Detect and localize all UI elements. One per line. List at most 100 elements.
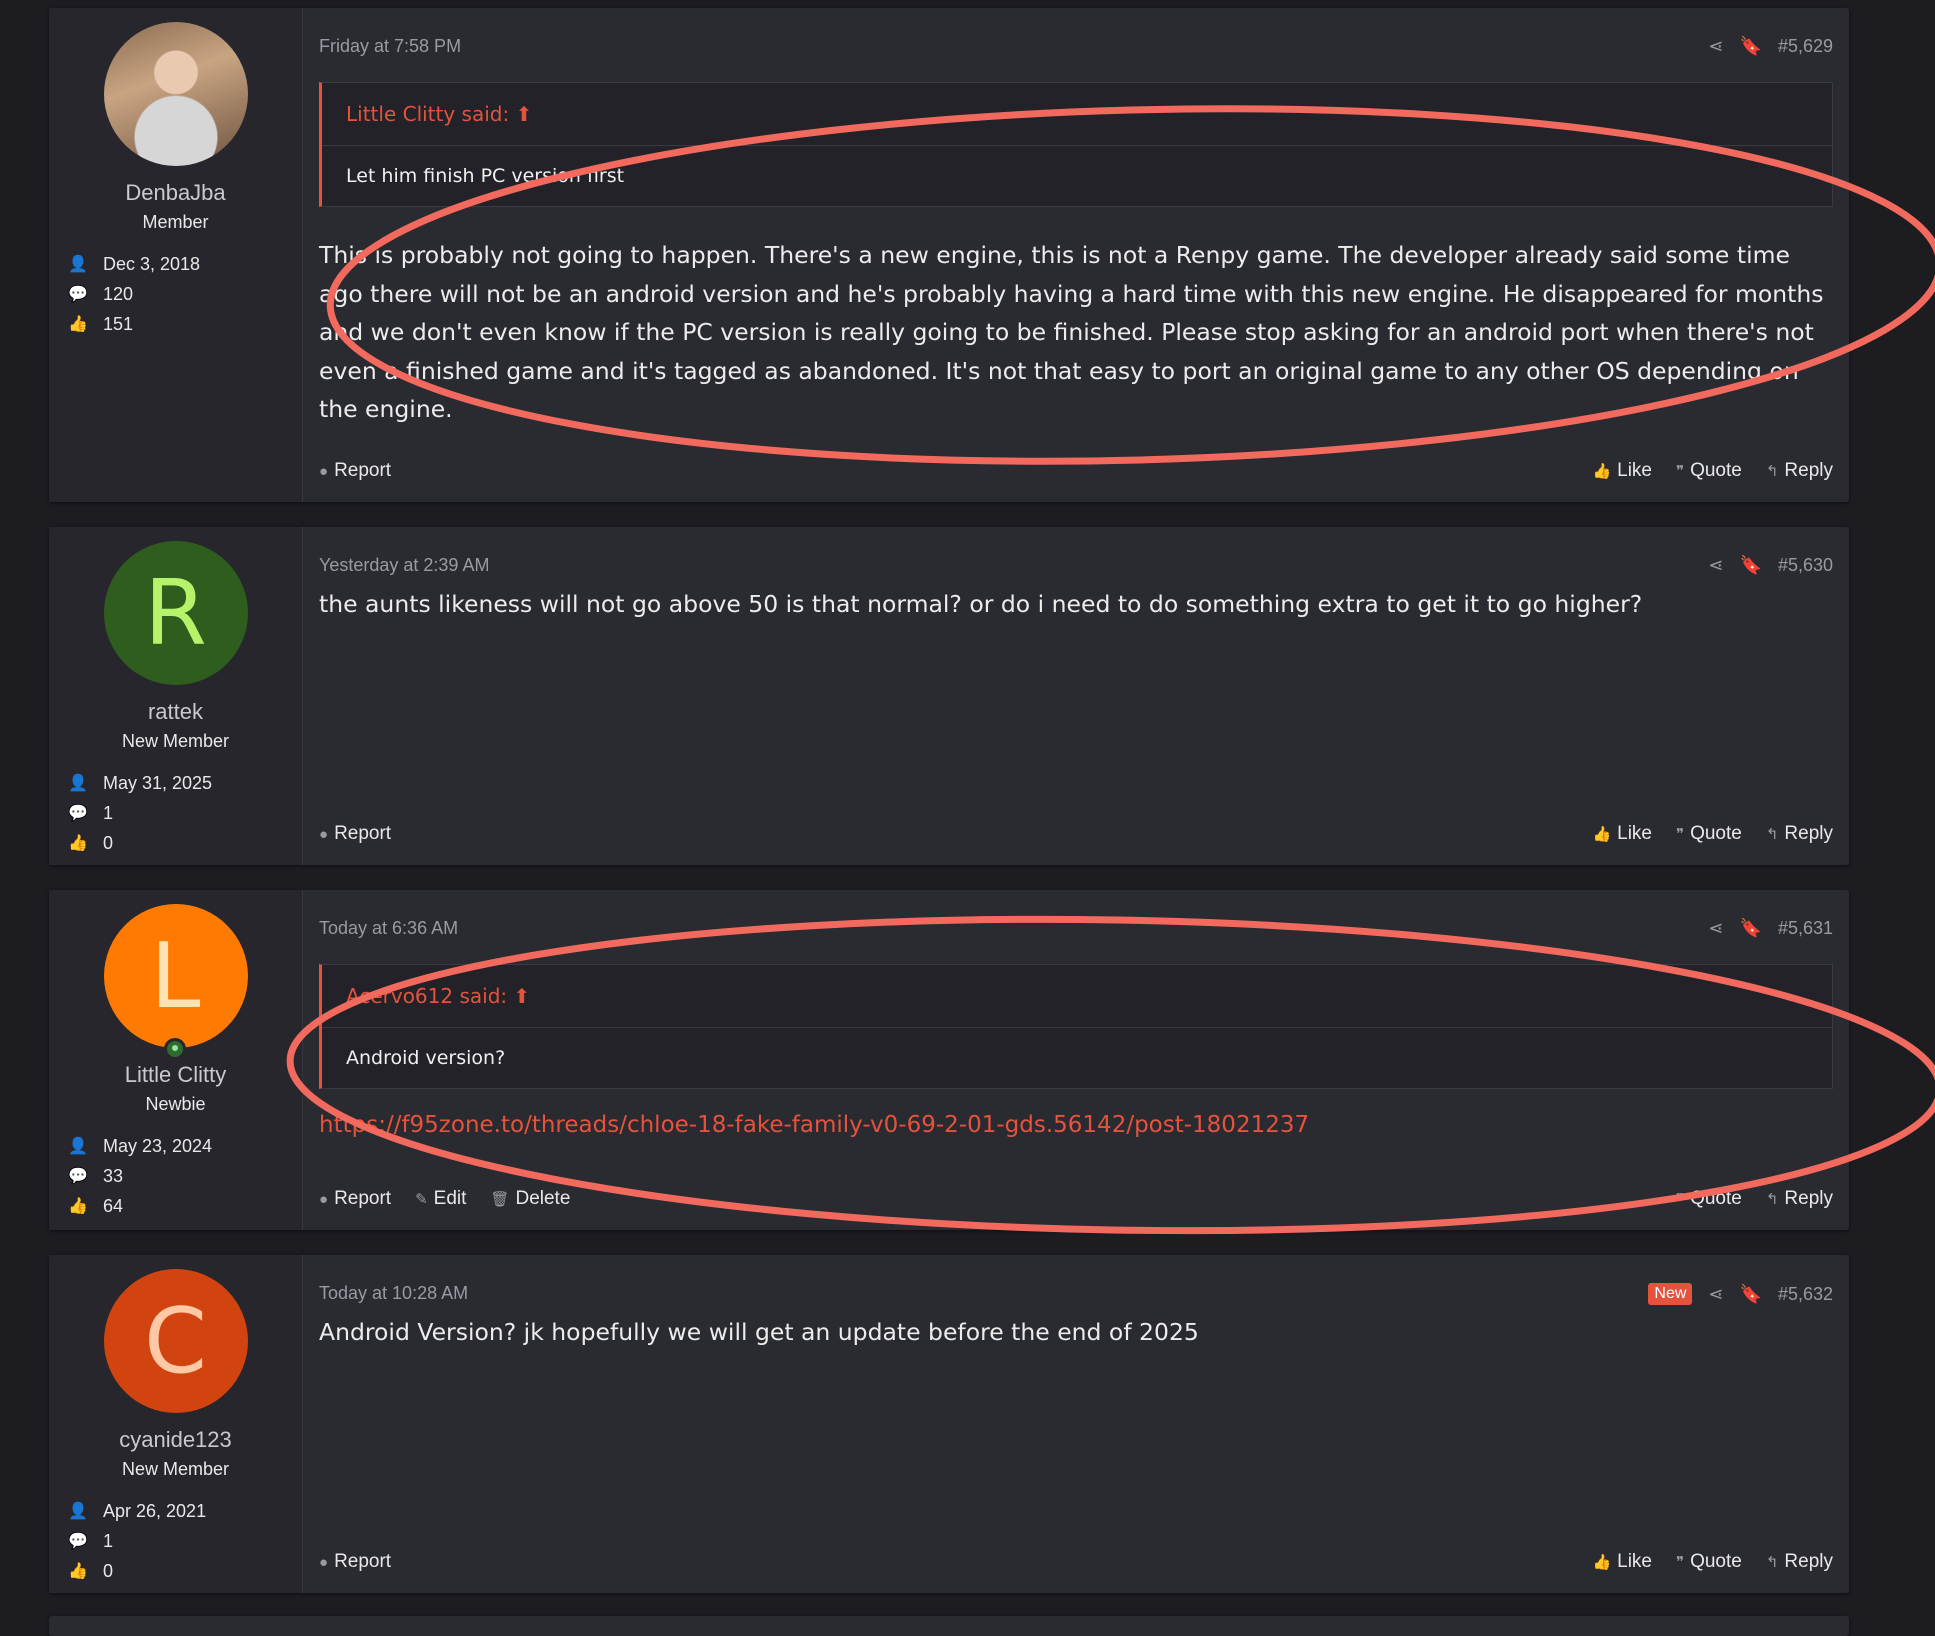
edit-icon: ✎ xyxy=(415,1191,428,1208)
post-message: Android Version? jk hopefully we will ge… xyxy=(319,1318,1199,1346)
report-button[interactable]: ● Report xyxy=(319,460,391,482)
post-date[interactable]: Today at 6:36 AM xyxy=(319,918,458,939)
report-icon: ● xyxy=(319,1553,329,1571)
message-count: 1 xyxy=(103,1530,114,1551)
share-icon[interactable]: ⋖ xyxy=(1708,1284,1723,1305)
avatar[interactable] xyxy=(103,22,248,166)
post-number[interactable]: #5,632 xyxy=(1778,1284,1833,1305)
user-icon: 👤 xyxy=(68,775,88,792)
message-count: 120 xyxy=(103,283,134,304)
quote-text: Android version? xyxy=(346,1047,506,1069)
edit-button[interactable]: ✎ Edit xyxy=(415,1188,466,1210)
like-button[interactable]: 👍 Like xyxy=(1592,823,1652,845)
reply-icon: ↰ xyxy=(1765,826,1779,843)
user-stats: 👤 May 23, 2024 💬 33 👍 64 xyxy=(63,1131,302,1221)
comments-icon: 💬 xyxy=(68,805,88,822)
quote-block: Little Clitty said: ⬆ Let him finish PC … xyxy=(319,82,1833,207)
user-title: Member xyxy=(142,212,209,232)
post-5630: R rattek New Member 👤 May 31, 2025 💬 1 👍 0 … xyxy=(49,527,1849,865)
bookmark-icon[interactable]: 🔖 xyxy=(1740,1284,1762,1305)
reply-button[interactable]: ↰ Reply xyxy=(1766,1188,1833,1210)
online-status-icon xyxy=(163,1038,186,1060)
joined-date: Apr 26, 2021 xyxy=(103,1500,207,1521)
quote-icon: ❞ xyxy=(1676,1191,1685,1208)
post-5632: C cyanide123 New Member 👤 Apr 26, 2021 💬 1… xyxy=(49,1255,1849,1593)
username[interactable]: rattek xyxy=(49,699,302,725)
report-button[interactable]: ● Report xyxy=(319,823,391,845)
arrow-up-circle-icon[interactable]: ⬆ xyxy=(516,102,533,126)
post-number[interactable]: #5,631 xyxy=(1778,918,1833,939)
post-date[interactable]: Yesterday at 2:39 AM xyxy=(319,555,489,576)
user-cell: L Little Clitty Newbie 👤 May 23, 2024 💬 33… xyxy=(49,890,303,1230)
joined-date: May 23, 2024 xyxy=(103,1135,213,1156)
bookmark-icon[interactable]: 🔖 xyxy=(1740,918,1762,939)
like-button[interactable]: 👍 Like xyxy=(1592,1551,1652,1573)
message-count: 33 xyxy=(103,1165,124,1186)
user-stats: 👤 Dec 3, 2018 💬 120 👍 151 xyxy=(63,249,302,339)
like-button[interactable]: 👍 Like xyxy=(1592,460,1652,482)
reply-button[interactable]: ↰ Reply xyxy=(1766,460,1833,482)
report-icon: ● xyxy=(319,825,329,843)
post-next xyxy=(49,1616,1849,1636)
post-date[interactable]: Today at 10:28 AM xyxy=(319,1283,468,1304)
bookmark-icon[interactable]: 🔖 xyxy=(1740,36,1762,57)
user-stats: 👤 Apr 26, 2021 💬 1 👍 0 xyxy=(63,1496,302,1586)
thumbs-up-icon: 👍 xyxy=(68,835,88,852)
reply-button[interactable]: ↰ Reply xyxy=(1766,823,1833,845)
quote-text: Let him finish PC version first xyxy=(346,165,625,187)
quote-author[interactable]: Little Clitty said: xyxy=(346,102,509,126)
quote-button[interactable]: ❞ Quote xyxy=(1676,823,1742,845)
quote-button[interactable]: ❞ Quote xyxy=(1676,1188,1742,1210)
username[interactable]: DenbaJba xyxy=(49,180,302,206)
user-cell: C cyanide123 New Member 👤 Apr 26, 2021 💬 1… xyxy=(49,1255,303,1593)
quote-author[interactable]: Acervo612 said: xyxy=(346,984,507,1008)
share-icon[interactable]: ⋖ xyxy=(1708,36,1723,57)
reaction-score: 0 xyxy=(103,832,114,853)
message-count: 1 xyxy=(103,802,114,823)
thumbs-up-icon: 👍 xyxy=(68,1563,88,1580)
quote-header[interactable]: Acervo612 said: ⬆ xyxy=(322,965,1832,1028)
reaction-score: 151 xyxy=(103,313,134,334)
delete-button[interactable]: 🗑 Delete xyxy=(490,1188,570,1210)
comments-icon: 💬 xyxy=(68,1533,88,1550)
joined-date: May 31, 2025 xyxy=(103,772,213,793)
share-icon[interactable]: ⋖ xyxy=(1708,555,1723,576)
username[interactable]: cyanide123 xyxy=(49,1427,302,1453)
user-icon: 👤 xyxy=(68,1503,88,1520)
reply-button[interactable]: ↰ Reply xyxy=(1766,1551,1833,1573)
like-icon: 👍 xyxy=(1592,826,1612,843)
arrow-up-circle-icon[interactable]: ⬆ xyxy=(513,984,530,1008)
quote-button[interactable]: ❞ Quote xyxy=(1676,460,1742,482)
post-5631: L Little Clitty Newbie 👤 May 23, 2024 💬 33… xyxy=(49,890,1849,1230)
quote-icon: ❞ xyxy=(1676,1554,1685,1571)
user-cell: DenbaJba Member 👤 Dec 3, 2018 💬 120 👍 151 xyxy=(49,8,303,502)
like-icon: 👍 xyxy=(1592,463,1612,480)
quote-icon: ❞ xyxy=(1676,826,1685,843)
report-button[interactable]: ● Report xyxy=(319,1188,391,1210)
avatar[interactable]: C xyxy=(103,1269,248,1413)
reaction-score: 64 xyxy=(103,1195,124,1216)
user-cell: R rattek New Member 👤 May 31, 2025 💬 1 👍 0 xyxy=(49,527,303,865)
reply-icon: ↰ xyxy=(1765,1554,1779,1571)
quote-button[interactable]: ❞ Quote xyxy=(1676,1551,1742,1573)
new-badge: New xyxy=(1648,1283,1693,1305)
post-number[interactable]: #5,630 xyxy=(1778,555,1833,576)
post-link[interactable]: https://f95zone.to/threads/chloe-18-fake… xyxy=(319,1112,1309,1138)
report-icon: ● xyxy=(319,462,329,480)
delete-icon: 🗑 xyxy=(490,1191,510,1208)
comments-icon: 💬 xyxy=(68,1168,88,1185)
thumbs-up-icon: 👍 xyxy=(68,316,88,333)
username[interactable]: Little Clitty xyxy=(49,1062,302,1088)
quote-header[interactable]: Little Clitty said: ⬆ xyxy=(322,83,1832,146)
avatar[interactable]: L xyxy=(103,904,248,1060)
avatar[interactable]: R xyxy=(103,541,248,685)
bookmark-icon[interactable]: 🔖 xyxy=(1740,555,1762,576)
like-icon: 👍 xyxy=(1592,1554,1612,1571)
reaction-score: 0 xyxy=(103,1560,114,1581)
report-button[interactable]: ● Report xyxy=(319,1551,391,1573)
user-title: New Member xyxy=(121,731,230,751)
share-icon[interactable]: ⋖ xyxy=(1708,918,1723,939)
post-date[interactable]: Friday at 7:58 PM xyxy=(319,36,461,57)
user-icon: 👤 xyxy=(68,256,88,273)
post-number[interactable]: #5,629 xyxy=(1778,36,1833,57)
